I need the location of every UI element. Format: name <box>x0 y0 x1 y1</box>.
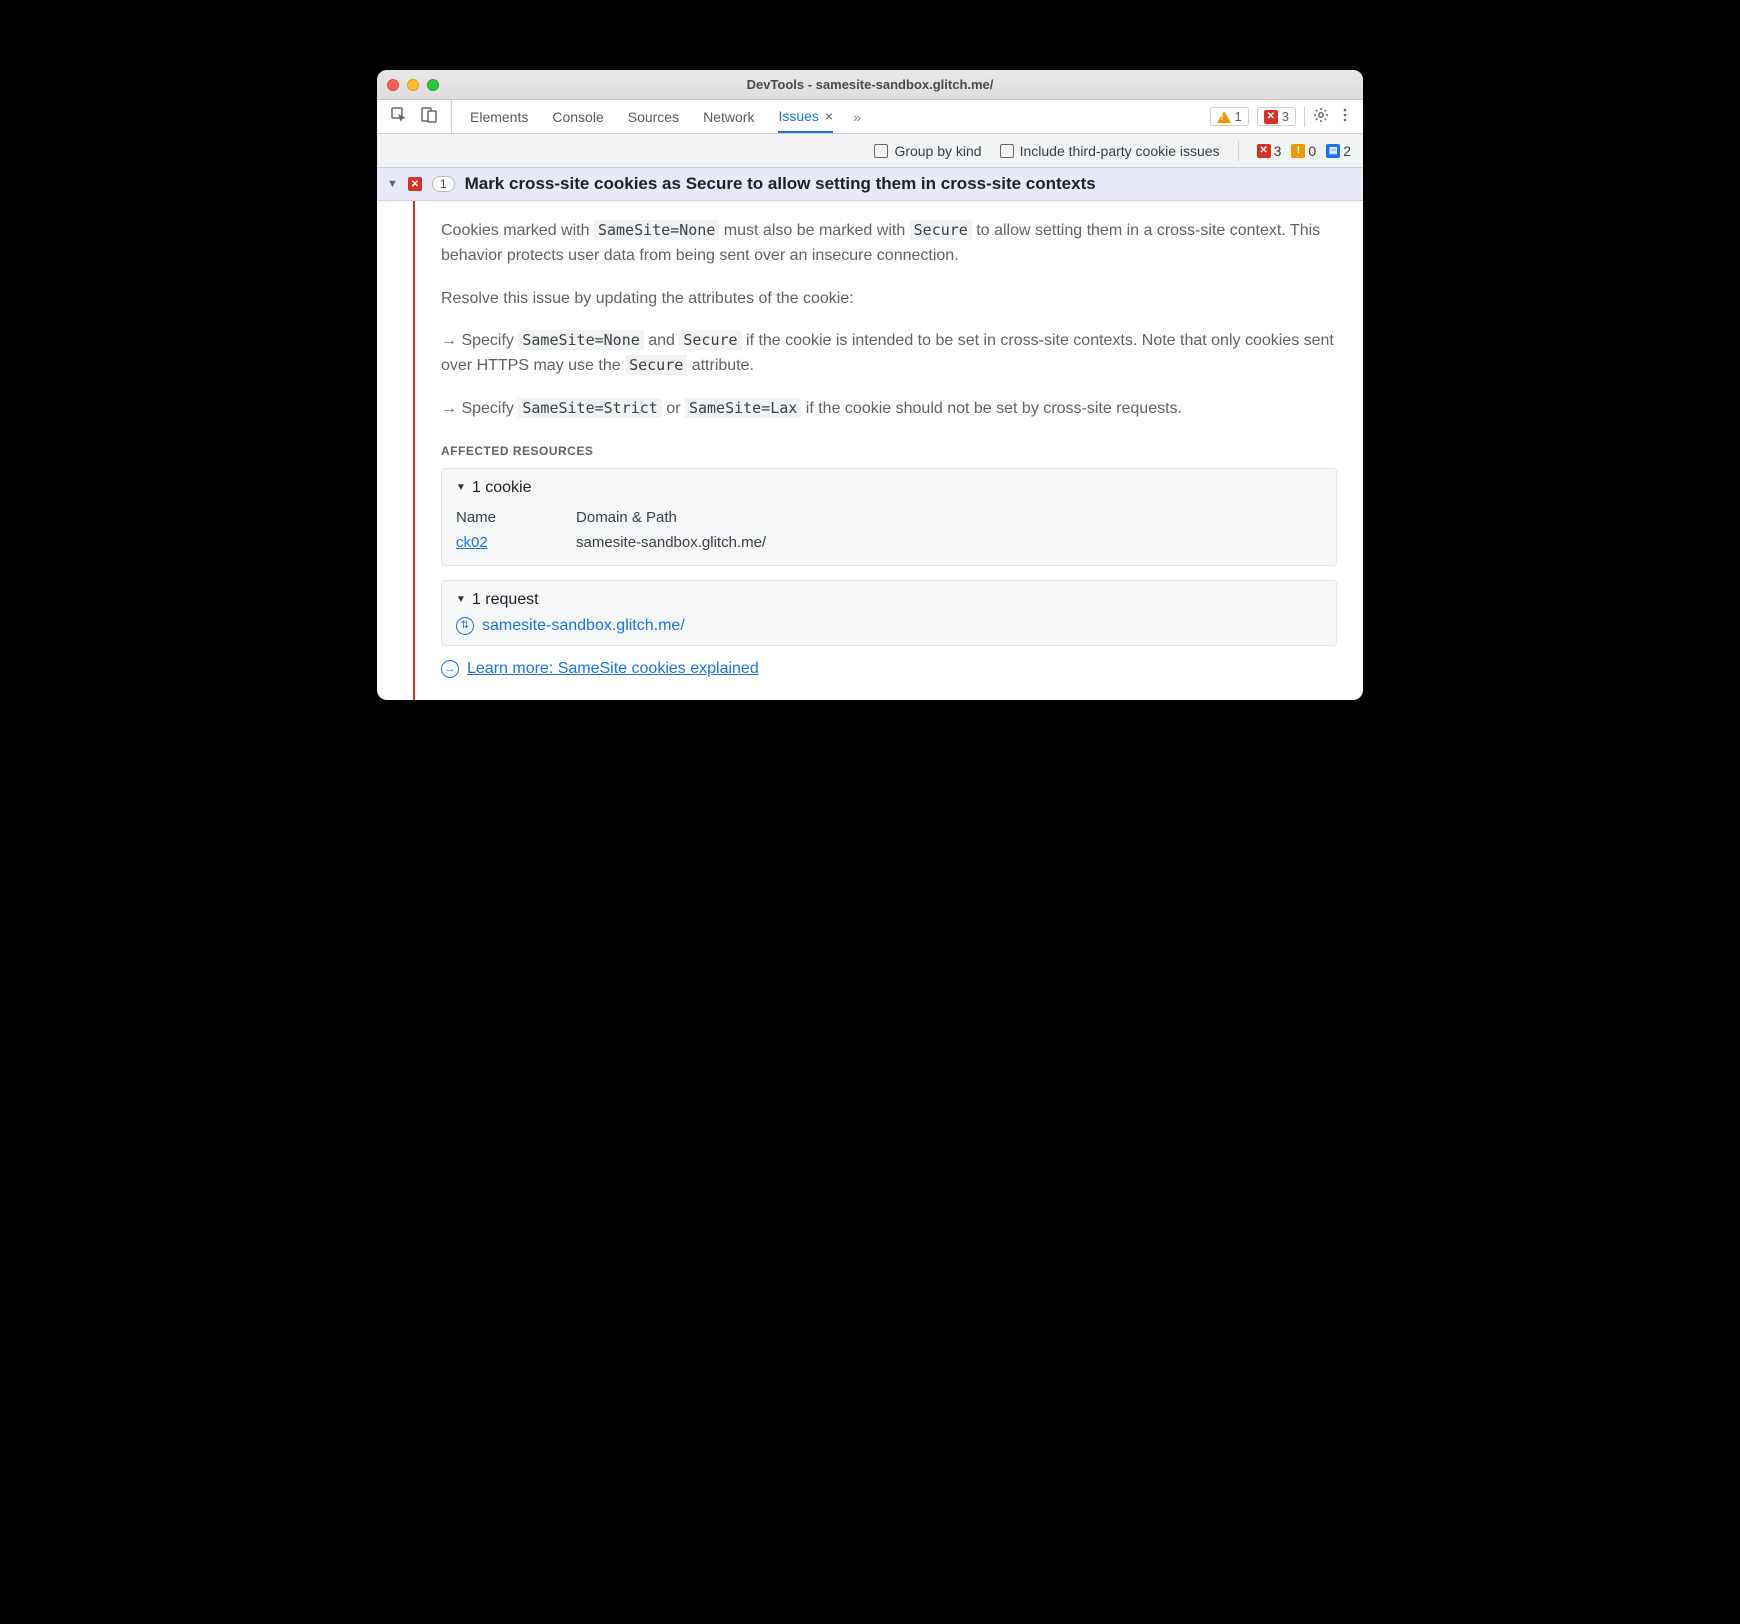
window-title: DevTools - samesite-sandbox.glitch.me/ <box>377 77 1363 92</box>
issue-bullet-1: Specify SameSite=None and Secure if the … <box>441 329 1337 379</box>
warning-icon <box>1291 144 1305 158</box>
filter-warnings-badge[interactable]: 0 <box>1291 143 1316 159</box>
cookie-domain: samesite-sandbox.glitch.me/ <box>576 530 826 555</box>
device-toggle-icon[interactable] <box>421 107 437 126</box>
filter-errors-badge[interactable]: 3 <box>1257 143 1282 159</box>
main-tabs-row: Elements Console Sources Network Issues … <box>377 100 1363 134</box>
warning-icon <box>1217 111 1231 123</box>
expand-caret-icon: ▼ <box>456 482 466 493</box>
cookies-section-toggle[interactable]: ▼ 1 cookie <box>456 479 1322 497</box>
error-count: 3 <box>1282 109 1289 124</box>
cookies-table: Name Domain & Path ck02 samesite-sandbox… <box>456 505 826 555</box>
issue-bullet-2: Specify SameSite=Strict or SameSite=Lax … <box>441 397 1337 422</box>
affected-resources-label: Affected Resources <box>441 444 1337 458</box>
checkbox-label: Include third-party cookie issues <box>1020 143 1220 159</box>
tab-label: Issues <box>778 108 818 124</box>
devtools-window: DevTools - samesite-sandbox.glitch.me/ E… <box>377 70 1363 700</box>
tab-label: Console <box>552 109 603 125</box>
tab-label: Sources <box>628 109 679 125</box>
tab-elements[interactable]: Elements <box>470 100 528 133</box>
issue-description: Cookies marked with SameSite=None must a… <box>441 219 1337 269</box>
maximize-window-button[interactable] <box>427 79 439 91</box>
tab-sources[interactable]: Sources <box>628 100 679 133</box>
badge-count: 3 <box>1274 143 1282 159</box>
code-secure: Secure <box>910 220 972 240</box>
kebab-menu-icon[interactable] <box>1337 107 1353 126</box>
titlebar: DevTools - samesite-sandbox.glitch.me/ <box>377 70 1363 100</box>
warnings-pill[interactable]: 1 <box>1210 107 1249 126</box>
errors-pill[interactable]: 3 <box>1257 107 1296 126</box>
issue-resolve-intro: Resolve this issue by updating the attri… <box>441 287 1337 312</box>
code-samesite-none: SameSite=None <box>594 220 719 240</box>
separator <box>1304 107 1305 127</box>
code-secure: Secure <box>679 330 741 350</box>
expand-caret-icon[interactable]: ▼ <box>387 178 398 190</box>
section-title: 1 request <box>472 591 539 609</box>
learn-more-text[interactable]: Learn more: SameSite cookies explained <box>467 660 759 678</box>
error-icon <box>408 177 422 191</box>
close-tab-icon[interactable]: × <box>825 108 833 124</box>
request-icon: ⇅ <box>456 617 474 635</box>
group-by-kind-checkbox[interactable]: Group by kind <box>874 143 981 159</box>
affected-requests-box: ▼ 1 request ⇅ samesite-sandbox.glitch.me… <box>441 580 1337 646</box>
issue-count-badge: 1 <box>432 176 455 192</box>
warning-count: 1 <box>1235 109 1242 124</box>
filter-info-badge[interactable]: 2 <box>1326 143 1351 159</box>
tab-console[interactable]: Console <box>552 100 603 133</box>
request-url: samesite-sandbox.glitch.me/ <box>482 617 685 635</box>
more-tabs-icon[interactable]: » <box>853 109 861 125</box>
tab-issues[interactable]: Issues × <box>778 100 833 133</box>
inspect-icon[interactable] <box>391 107 407 126</box>
settings-icon[interactable] <box>1313 107 1329 126</box>
info-icon <box>1326 144 1340 158</box>
code-samesite-none: SameSite=None <box>518 330 643 350</box>
badge-count: 2 <box>1343 143 1351 159</box>
learn-more-link[interactable]: → Learn more: SameSite cookies explained <box>441 660 1337 678</box>
expand-caret-icon: ▼ <box>456 594 466 605</box>
checkbox-box <box>874 144 888 158</box>
minimize-window-button[interactable] <box>407 79 419 91</box>
issue-title: Mark cross-site cookies as Secure to all… <box>465 174 1096 194</box>
requests-section-toggle[interactable]: ▼ 1 request <box>456 591 1322 609</box>
col-name: Name <box>456 505 576 530</box>
cookie-link[interactable]: ck02 <box>456 534 488 551</box>
issues-filter-bar: Group by kind Include third-party cookie… <box>377 134 1363 168</box>
include-third-party-checkbox[interactable]: Include third-party cookie issues <box>1000 143 1220 159</box>
tab-network[interactable]: Network <box>703 100 754 133</box>
traffic-lights <box>387 79 439 91</box>
error-icon <box>1257 144 1271 158</box>
arrow-right-icon: → <box>441 660 459 678</box>
error-icon <box>1264 110 1278 124</box>
table-row: ck02 samesite-sandbox.glitch.me/ <box>456 530 826 555</box>
checkbox-box <box>1000 144 1014 158</box>
code-samesite-lax: SameSite=Lax <box>685 398 801 418</box>
code-samesite-strict: SameSite=Strict <box>518 398 661 418</box>
badge-count: 0 <box>1308 143 1316 159</box>
affected-cookies-box: ▼ 1 cookie Name Domain & Path ck02 sames… <box>441 468 1337 566</box>
issue-body: Cookies marked with SameSite=None must a… <box>377 201 1363 700</box>
section-title: 1 cookie <box>472 479 532 497</box>
request-link[interactable]: ⇅ samesite-sandbox.glitch.me/ <box>456 617 1322 635</box>
checkbox-label: Group by kind <box>894 143 981 159</box>
col-domain: Domain & Path <box>576 505 826 530</box>
tab-label: Elements <box>470 109 528 125</box>
close-window-button[interactable] <box>387 79 399 91</box>
separator <box>1238 141 1239 161</box>
issue-header[interactable]: ▼ 1 Mark cross-site cookies as Secure to… <box>377 168 1363 201</box>
code-secure: Secure <box>625 355 687 375</box>
tab-label: Network <box>703 109 754 125</box>
